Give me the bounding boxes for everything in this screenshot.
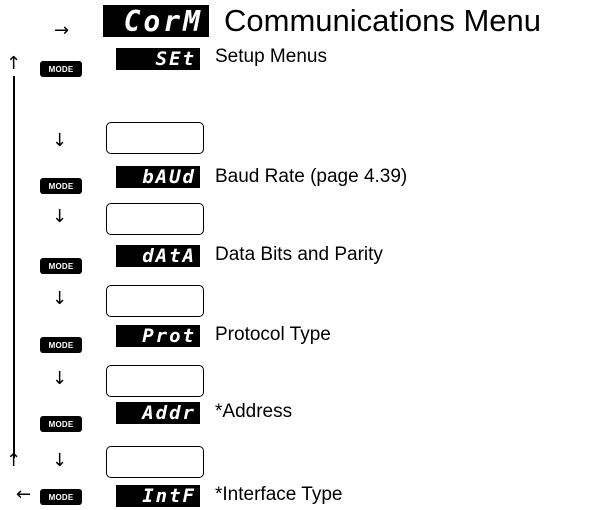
protocol-type-label: Protocol Type <box>215 324 331 345</box>
down-arrow: ↓ <box>52 130 68 151</box>
mode-button[interactable]: MODE <box>40 337 82 353</box>
blank-value-display <box>106 203 204 235</box>
blank-value-display <box>106 365 204 397</box>
mode-button[interactable]: MODE <box>40 61 82 77</box>
data-display: dAtA <box>116 245 200 267</box>
up-arrow-bottom: ↑ <box>6 450 22 471</box>
interface-display: IntF <box>116 485 200 507</box>
setup-display: SEt <box>116 48 200 70</box>
interface-type-label: *Interface Type <box>215 484 343 505</box>
protocol-display: Prot <box>116 325 200 347</box>
comm-display: CorM <box>103 5 209 38</box>
header-arrow: → <box>54 20 70 41</box>
mode-button[interactable]: MODE <box>40 489 82 505</box>
loop-line-vertical <box>13 76 15 458</box>
blank-value-display <box>106 285 204 317</box>
baud-rate-label: Baud Rate (page 4.39) <box>215 166 408 187</box>
mode-button[interactable]: MODE <box>40 178 82 194</box>
address-label: *Address <box>215 401 293 422</box>
down-arrow: ↓ <box>52 288 68 309</box>
data-bits-label: Data Bits and Parity <box>215 244 383 265</box>
address-display: Addr <box>116 402 200 424</box>
page-title: Communications Menu <box>224 3 542 38</box>
left-arrow: ← <box>16 484 32 505</box>
down-arrow: ↓ <box>52 450 68 471</box>
down-arrow: ↓ <box>52 206 68 227</box>
blank-value-display <box>106 446 204 478</box>
baud-display: bAUd <box>116 166 200 188</box>
blank-value-display <box>106 122 204 154</box>
mode-button[interactable]: MODE <box>40 258 82 274</box>
down-arrow: ↓ <box>52 368 68 389</box>
setup-menus-label: Setup Menus <box>215 46 327 67</box>
up-arrow-top: ↑ <box>6 53 22 74</box>
mode-button[interactable]: MODE <box>40 416 82 432</box>
